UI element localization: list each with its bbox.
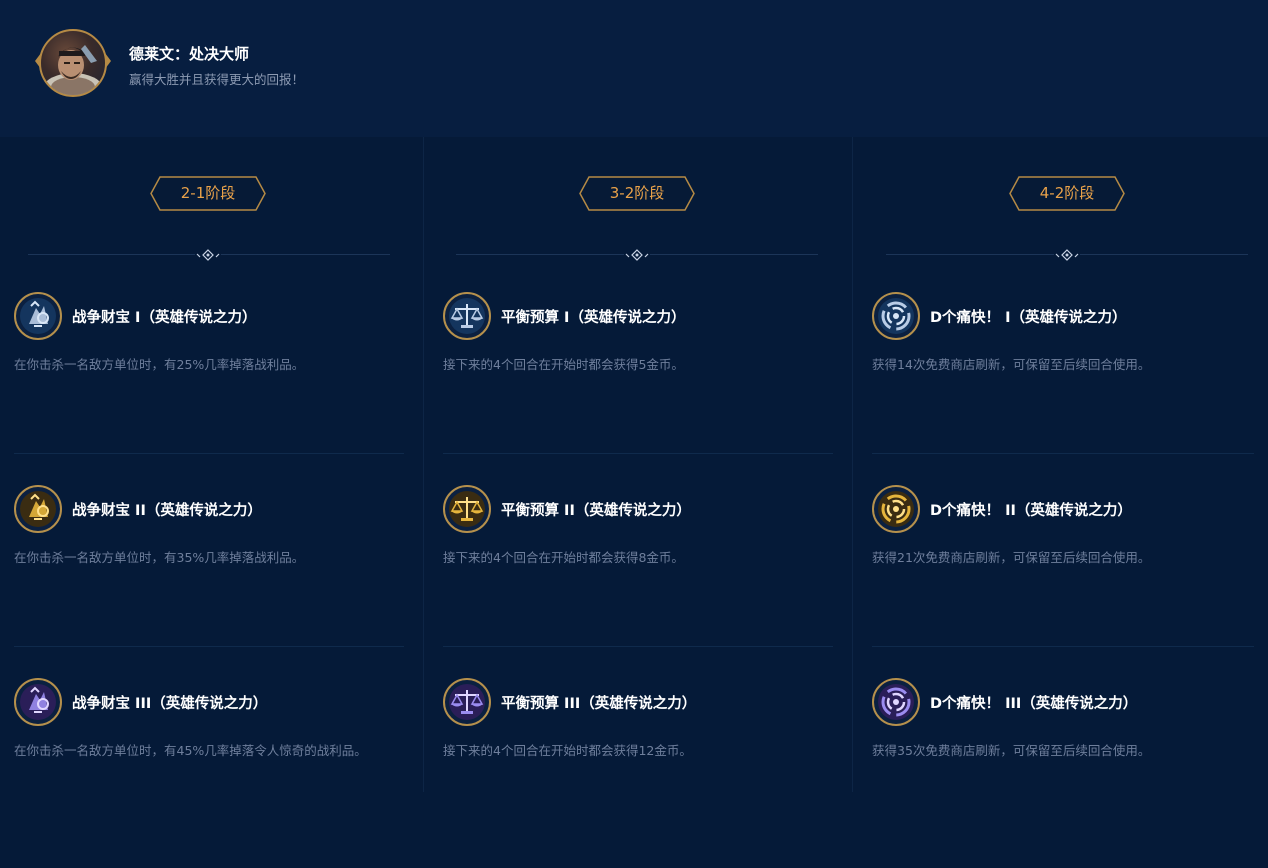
- augment-title: D个痛快！ II（英雄传说之力）: [930, 503, 1132, 519]
- augment-title: D个痛快！ III（英雄传说之力）: [930, 696, 1138, 712]
- row-divider: [872, 646, 1254, 647]
- hero-avatar-frame: [35, 29, 111, 99]
- hero-portrait-icon: [43, 45, 103, 95]
- augment-description: 获得35次免费商店刷新，可保留至后续回合使用。: [872, 743, 1151, 758]
- augment-description: 获得21次免费商店刷新，可保留至后续回合使用。: [872, 550, 1151, 565]
- augment-title: D个痛快！ I（英雄传说之力）: [930, 310, 1127, 326]
- stage-label: 4-2阶段: [1039, 184, 1095, 202]
- augment-item[interactable]: D个痛快！ III（英雄传说之力） 获得35次免费商店刷新，可保留至后续回合使用。: [872, 678, 1268, 868]
- row-divider: [872, 453, 1254, 454]
- stage-column: 4-2阶段 D个痛快！ I（英雄传说之力） 获得14次免费商店刷新，可保留至后续回合…: [0, 137, 1268, 792]
- swirl-refresh-icon: [872, 678, 920, 726]
- augment-description: 获得14次免费商店刷新，可保留至后续回合使用。: [872, 357, 1151, 372]
- augment-columns: 2-1阶段 战争财宝 I（英雄传说之力） 在你击杀一名敌方单位时，有25%几率掉落战…: [0, 137, 1268, 792]
- hero-title: 德莱文：处决大师: [129, 45, 250, 63]
- swirl-refresh-icon: [872, 292, 920, 340]
- separator-diamond-icon: [1054, 247, 1080, 262]
- stage-badge: 4-2阶段: [1009, 176, 1125, 211]
- swirl-refresh-icon: [872, 485, 920, 533]
- hero-avatar: [39, 29, 107, 97]
- hero-subtitle: 赢得大胜并且获得更大的回报！: [129, 72, 305, 87]
- header: 德莱文：处决大师 赢得大胜并且获得更大的回报！: [0, 0, 1268, 137]
